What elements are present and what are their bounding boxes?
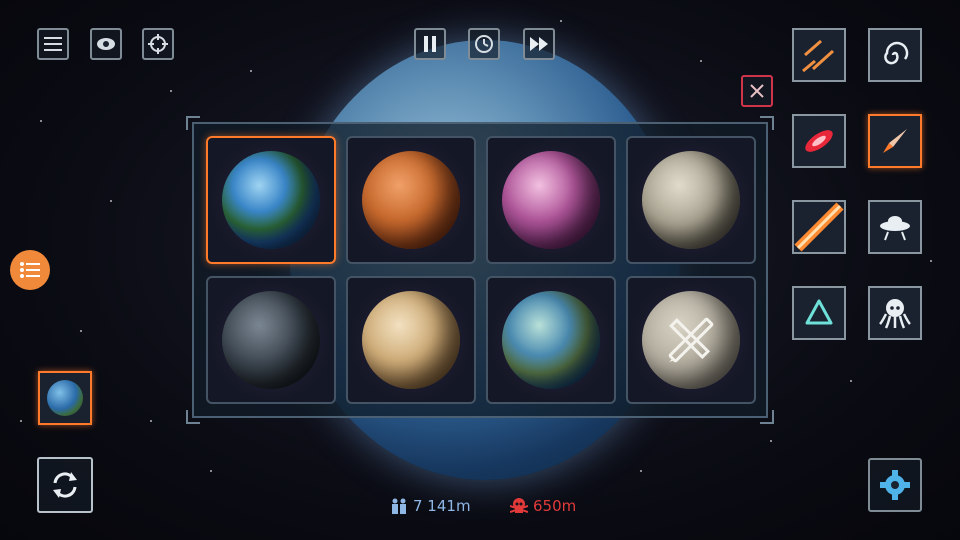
fast-forward-button[interactable]	[523, 28, 555, 60]
planet-option-moon[interactable]	[626, 136, 756, 264]
galaxy-icon	[884, 41, 909, 65]
tool-missiles[interactable]	[792, 28, 846, 82]
tool-shield[interactable]	[792, 286, 846, 340]
list-button[interactable]	[10, 250, 50, 290]
casualties-stat: 650m	[510, 497, 576, 515]
tool-alien[interactable]	[868, 286, 922, 340]
people-icon	[392, 498, 406, 514]
planet-option-earth[interactable]	[206, 136, 336, 264]
planet-option-mars[interactable]	[346, 136, 476, 264]
pause-icon	[424, 36, 436, 52]
view-button[interactable]	[90, 28, 122, 60]
planet-option-pink-exoplanet[interactable]	[486, 136, 616, 264]
current-planet-thumbnail	[47, 380, 83, 416]
menu-button[interactable]	[37, 28, 69, 60]
list-icon	[20, 262, 40, 278]
pencil-ruler-icon	[668, 317, 714, 363]
earth-planet	[222, 151, 320, 249]
tool-rocket[interactable]	[868, 114, 922, 168]
planet-option-ocean-exoplanet[interactable]	[486, 276, 616, 404]
skull-icon	[510, 498, 528, 513]
venus-planet	[362, 291, 460, 389]
mars-planet	[362, 151, 460, 249]
time-speed-button[interactable]	[468, 28, 500, 60]
custom-planet	[642, 291, 740, 389]
shield-icon	[805, 299, 833, 325]
pause-button[interactable]	[414, 28, 446, 60]
tool-red-laser[interactable]	[792, 114, 846, 168]
population-value: 7 141m	[413, 497, 471, 515]
close-icon	[750, 84, 764, 98]
tool-black-hole[interactable]	[868, 28, 922, 82]
red-blast-icon	[805, 130, 833, 152]
casualties-value: 650m	[533, 497, 577, 515]
settings-button[interactable]	[868, 458, 922, 512]
population-stat: 7 141m	[390, 497, 471, 515]
ocean-exoplanet-planet	[502, 291, 600, 389]
planet-option-death-star[interactable]	[206, 276, 336, 404]
pink-exoplanet-planet	[502, 151, 600, 249]
beam-icon	[794, 202, 844, 252]
octopus-icon	[879, 299, 911, 329]
death-star-planet	[222, 291, 320, 389]
refresh-icon	[53, 472, 77, 498]
missiles-icon	[802, 39, 835, 73]
reset-button[interactable]	[37, 457, 93, 513]
rocket-icon	[883, 129, 907, 153]
target-button[interactable]	[142, 28, 174, 60]
moon-planet	[642, 151, 740, 249]
menu-icon	[44, 37, 62, 51]
tool-ufo[interactable]	[868, 200, 922, 254]
current-planet-button[interactable]	[38, 371, 92, 425]
planet-selection-panel	[186, 116, 774, 424]
ufo-icon	[880, 216, 910, 241]
close-button[interactable]	[741, 75, 773, 107]
fast-forward-icon	[530, 37, 548, 51]
tool-orange-beam[interactable]	[792, 200, 846, 254]
planet-option-custom-editor[interactable]	[626, 276, 756, 404]
clock-icon	[475, 35, 493, 53]
crosshair-icon	[148, 34, 168, 54]
gear-icon	[880, 470, 910, 500]
planet-option-venus[interactable]	[346, 276, 476, 404]
eye-icon	[97, 38, 115, 50]
